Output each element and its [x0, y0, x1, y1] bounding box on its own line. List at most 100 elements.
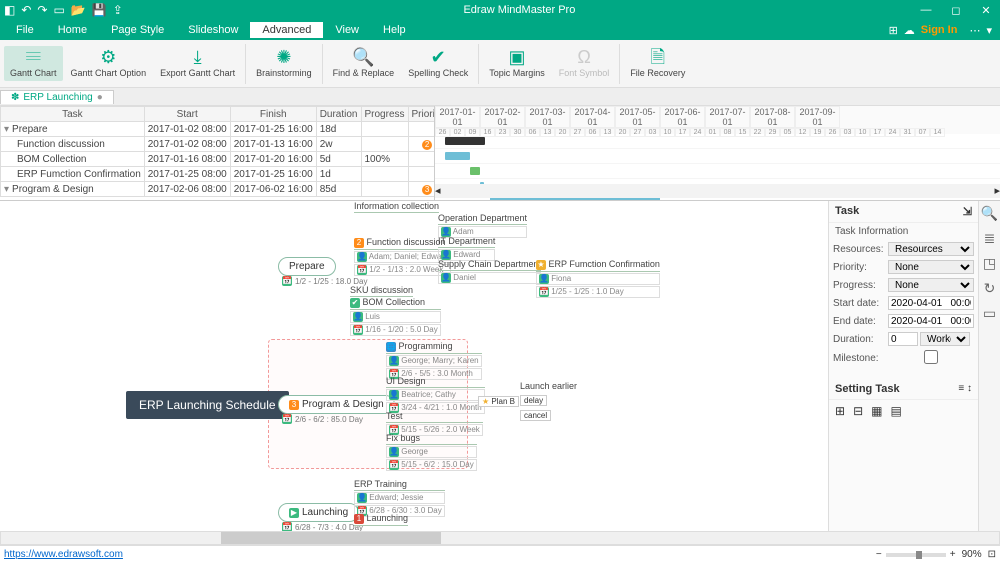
gantt-hscroll[interactable]: ◂▸ [435, 184, 1000, 198]
leaf-it-dept[interactable]: IT Department👤 Edward [438, 236, 495, 261]
app-logo-icon: ◧ [4, 3, 15, 17]
duration-unit-select[interactable]: Workda [920, 332, 970, 346]
export-icon: ⤓ [194, 48, 202, 68]
node-root[interactable]: ERP Launching Schedule [126, 391, 289, 419]
gantt-chart[interactable]: 2017-01-012017-02-012017-03-012017-04-01… [434, 106, 1000, 200]
ribbon-spelling[interactable]: ✔Spelling Check [402, 46, 474, 82]
leaf-fixbugs[interactable]: Fix bugs 👤 George 📅 5/15 - 6/2 : 15.0 Da… [386, 433, 477, 471]
file-tab[interactable]: ✽ ERP Launching ● [0, 90, 114, 104]
startdate-input[interactable] [888, 296, 974, 310]
footer-link[interactable]: https://www.edrawsoft.com [4, 549, 123, 560]
leaf-cancel[interactable]: cancel [520, 410, 551, 421]
add-task-icon[interactable]: ⊞ [835, 404, 845, 418]
gantt-row[interactable]: BOM Collection2017-01-16 08:002017-01-20… [1, 152, 435, 167]
ribbon-margins[interactable]: ▣Topic Margins [483, 46, 551, 82]
ribbon-gantt-chart[interactable]: 𝄘Gantt Chart [4, 46, 63, 82]
gantt-row[interactable]: ▾Prepare2017-01-02 08:002017-01-25 16:00… [1, 122, 435, 137]
more-icon[interactable]: ⋯ [969, 24, 980, 37]
gantt-row[interactable]: Function discussion2017-01-02 08:002017-… [1, 137, 435, 152]
priority-icon: 3 [289, 400, 299, 410]
ribbon-recovery[interactable]: 🗎File Recovery [624, 46, 691, 82]
gantt-table[interactable]: TaskStartFinishDurationProgressPriorityR… [0, 106, 434, 200]
leaf-programming[interactable]: 🌐 Programming 👤 George; Marry; Karen 📅 2… [386, 341, 482, 380]
ribbon-gantt-option[interactable]: ⚙Gantt Chart Option [65, 46, 153, 82]
progress-select[interactable]: None [888, 278, 974, 292]
zoom-level: 90% [962, 549, 982, 560]
undo-icon[interactable]: ↶ [21, 3, 31, 17]
leaf-info-collection[interactable]: Information collection [354, 201, 439, 213]
gantt-row[interactable]: ▾Program & Design2017-02-06 08:002017-06… [1, 182, 435, 197]
open-icon[interactable]: 📂 [71, 3, 86, 17]
gantt-col[interactable]: Task [1, 107, 145, 122]
ribbon-export-gantt[interactable]: ⤓Export Gantt Chart [154, 46, 241, 82]
node-launching[interactable]: ▶Launching [278, 503, 359, 522]
pin-icon[interactable]: ⇲ [963, 205, 972, 218]
leaf-op-dept[interactable]: Operation Department👤 Adam [438, 213, 527, 238]
node-program[interactable]: 3Program & Design [278, 395, 395, 414]
maximize-icon[interactable]: ◻ [946, 4, 966, 17]
fit-icon[interactable]: ⊡ [988, 549, 996, 560]
node-prepare[interactable]: Prepare [278, 257, 336, 276]
zoom-out-icon[interactable]: − [876, 549, 882, 560]
sign-in-link[interactable]: Sign In [921, 24, 958, 36]
export-icon[interactable]: ⇪ [113, 3, 123, 17]
cloud-icon[interactable]: ☁ [904, 24, 915, 37]
settings-icons[interactable]: ≡ ↕ [958, 383, 972, 395]
new-icon[interactable]: ▭ [53, 3, 64, 17]
list-icon[interactable]: ▤ [890, 404, 901, 418]
ribbon-brainstorming[interactable]: ✺Brainstorming [250, 46, 318, 82]
tool-clipboard-icon[interactable]: ◳ [983, 255, 996, 272]
menu-home[interactable]: Home [46, 22, 99, 38]
leaf-sku[interactable]: SKU discussion [350, 285, 413, 297]
menu-file[interactable]: File [4, 22, 46, 38]
close-icon[interactable]: ✕ [976, 4, 996, 17]
gantt-col[interactable]: Finish [230, 107, 316, 122]
tool-history-icon[interactable]: ↻ [984, 280, 996, 297]
ribbon-font-symbol[interactable]: ΩFont Symbol [553, 46, 616, 82]
menu-view[interactable]: View [323, 22, 371, 38]
gantt-row[interactable]: ERP Fumction Confirmation2017-01-25 08:0… [1, 167, 435, 182]
menu-advanced[interactable]: Advanced [250, 22, 323, 38]
leaf-erp-conf[interactable]: ★ ERP Fumction Confirmation 👤 Fiona 📅 1/… [536, 259, 660, 298]
menu-slideshow[interactable]: Slideshow [176, 22, 250, 38]
menu-dropdown-icon[interactable]: ▾ [986, 24, 992, 37]
resources-select[interactable]: Resources [888, 242, 974, 256]
share-icon[interactable]: ⊞ [889, 24, 898, 37]
gantt-col[interactable]: Start [144, 107, 230, 122]
menu-help[interactable]: Help [371, 22, 418, 38]
grid-icon[interactable]: ▦ [871, 404, 882, 418]
tool-search-icon[interactable]: 🔍 [981, 205, 998, 222]
side-panel: Task⇲ Task Information Resources:Resourc… [828, 201, 978, 531]
leaf-func-discussion[interactable]: 2 Function discussion 👤 Adam; Daniel; Ed… [354, 237, 451, 276]
mindmap-canvas[interactable]: ERP Launching Schedule Prepare 📅1/2 - 1/… [0, 201, 828, 531]
leaf-launching-task[interactable]: 1 Launching [354, 513, 408, 526]
redo-icon[interactable]: ↷ [37, 3, 47, 17]
leaf-training[interactable]: ERP Training 👤 Edward; Jessie 📅 6/28 - 6… [354, 479, 445, 517]
titlebar: ◧ ↶ ↷ ▭ 📂 💾 ⇪ Edraw MindMaster Pro — ◻ ✕ [0, 0, 1000, 20]
leaf-uidesign[interactable]: UI Design 👤 Beatrice; Cathy 📅 3/24 - 4/2… [386, 376, 485, 414]
leaf-bom[interactable]: ✔ BOM Collection 👤 Luis 📅 1/16 - 1/20 : … [350, 297, 441, 336]
app-title: Edraw MindMaster Pro [123, 4, 916, 16]
leaf-launch-earlier[interactable]: Launch earlier [520, 381, 577, 392]
enddate-input[interactable] [888, 314, 974, 328]
milestone-checkbox[interactable] [888, 350, 974, 364]
minimize-icon[interactable]: — [916, 4, 936, 16]
node-plan-b[interactable]: ★ Plan B [478, 396, 519, 407]
gantt-col[interactable]: Duration [316, 107, 361, 122]
tool-page-icon[interactable]: ▭ [983, 305, 996, 322]
leaf-sc-dept[interactable]: Supply Chain Department👤 Daniel [438, 259, 541, 284]
duration-input[interactable] [888, 332, 918, 346]
priority-select[interactable]: None [888, 260, 974, 274]
tool-outline-icon[interactable]: ≣ [984, 230, 996, 247]
menu-pagestyle[interactable]: Page Style [99, 22, 176, 38]
zoom-in-icon[interactable]: + [950, 549, 956, 560]
ribbon-find-replace[interactable]: 🔍Find & Replace [327, 46, 401, 82]
zoom-slider[interactable] [886, 553, 946, 557]
file-tab-label: ERP Launching [23, 92, 92, 103]
leaf-delay[interactable]: delay [520, 395, 547, 406]
save-icon[interactable]: 💾 [92, 3, 107, 17]
gantt-col[interactable]: Progress [361, 107, 408, 122]
gantt-area: TaskStartFinishDurationProgressPriorityR… [0, 106, 1000, 201]
remove-task-icon[interactable]: ⊟ [853, 404, 863, 418]
gantt-col[interactable]: Priority [408, 107, 434, 122]
